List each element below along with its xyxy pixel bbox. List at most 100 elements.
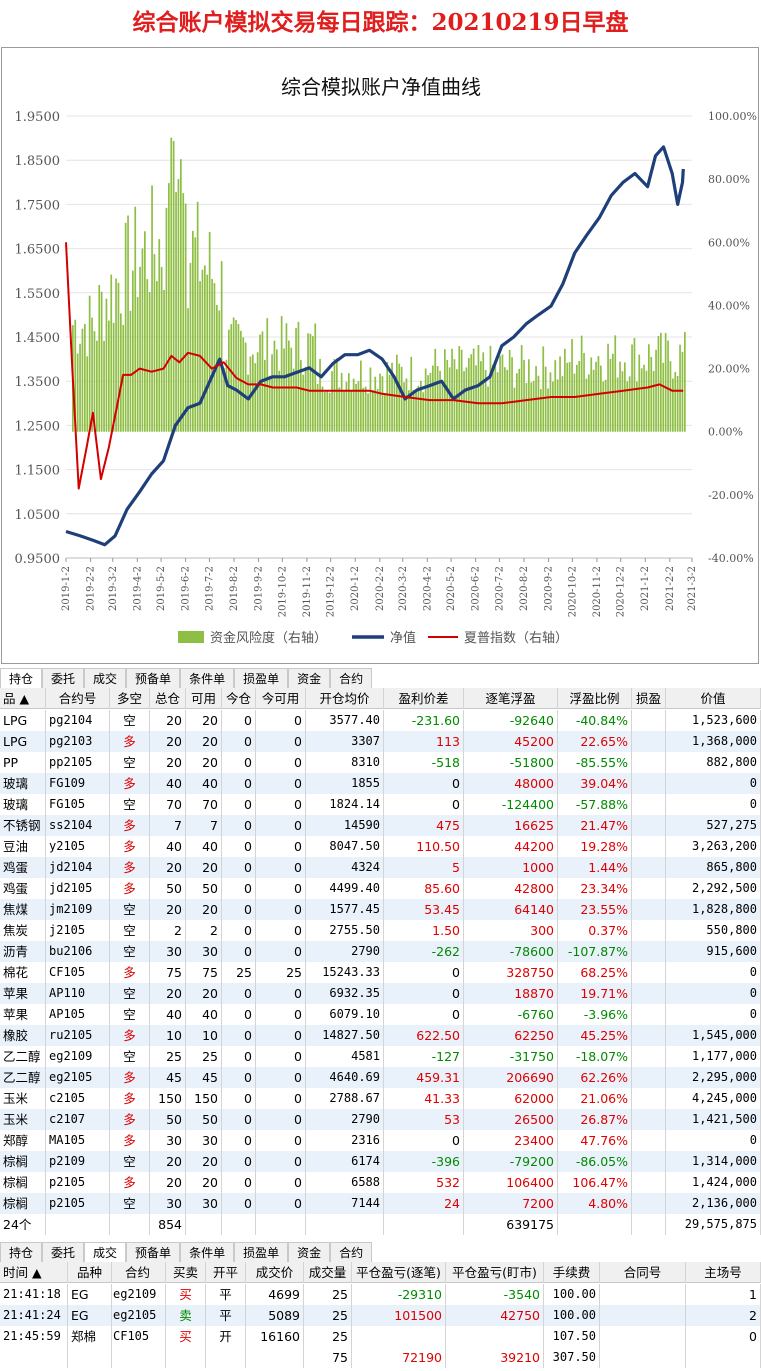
- profit-spread-cell: -231.60: [384, 710, 464, 731]
- contract-cell: jd2105: [46, 878, 110, 899]
- trades-tab-7[interactable]: 合约: [330, 1242, 373, 1262]
- positions-panel: 持仓 委托 成交 预备单 条件单 损盈单 资金 合约 品 ▲ 合约号 多空 总仓 可用 今仓 今可用 开仓均…: [0, 668, 761, 1238]
- positions-tab-0[interactable]: 持仓: [0, 668, 43, 688]
- risk-bar: [417, 385, 420, 432]
- risk-bar: [640, 368, 643, 432]
- x-tick-label: 2021-1-2: [640, 566, 651, 611]
- risk-bar: [480, 361, 482, 432]
- position-row[interactable]: 豆油 y2105 多 40 40 0 0 8047.50 110.50 44200 19.28% 3,…: [0, 836, 761, 857]
- position-row[interactable]: 苹果 AP110 空 20 20 0 0 6932.35 0 18870 19.71% 0: [0, 983, 761, 1004]
- position-row[interactable]: 鸡蛋 jd2104 多 20 20 0 0 4324 5 1000 1.44% 865,800: [0, 857, 761, 878]
- value-cell: 550,800: [666, 920, 761, 941]
- fee-cell: 100.00: [544, 1305, 600, 1326]
- position-row[interactable]: 鸡蛋 jd2105 多 50 50 0 0 4499.40 85.60 42800 23.34% 2,…: [0, 878, 761, 899]
- x-tick-label: 2019-3-2: [108, 566, 119, 611]
- position-row[interactable]: LPG pg2104 空 20 20 0 0 3577.40 -231.60 -92640 -40.…: [0, 710, 761, 731]
- position-row[interactable]: 郑醇 MA105 多 30 30 0 0 2316 0 23400 47.76% 0: [0, 1130, 761, 1151]
- position-row[interactable]: 焦炭 j2105 空 2 2 0 0 2755.50 1.50 300 0.37% 550,800: [0, 920, 761, 941]
- position-row[interactable]: 乙二醇 eg2109 空 25 25 0 0 4581 -127 -31750 -18.07% 1,1…: [0, 1046, 761, 1067]
- total-volume: 75: [304, 1347, 352, 1368]
- stop-cell: [632, 878, 666, 899]
- risk-bar: [309, 333, 312, 432]
- risk-bar: [388, 374, 391, 432]
- position-row[interactable]: LPG pg2103 多 20 20 0 0 3307 113 45200 22.65% 1,368,…: [0, 731, 761, 752]
- risk-bar: [129, 310, 132, 432]
- col-header-close-pnl-mark: 平仓盈亏(盯市): [446, 1262, 544, 1283]
- risk-bar: [184, 203, 187, 432]
- risk-bar: [400, 366, 403, 432]
- positions-tab-3[interactable]: 预备单: [126, 668, 181, 688]
- contract-cell: AP105: [46, 1004, 110, 1025]
- float-pnl-cell: 44200: [464, 836, 558, 857]
- profit-spread-cell: 113: [384, 731, 464, 752]
- position-row[interactable]: 棕榈 p2105 多 20 20 0 0 6588 532 106400 106.47% 1,424,…: [0, 1172, 761, 1193]
- total-time: [0, 1347, 68, 1368]
- float-ratio-cell: -18.07%: [558, 1046, 632, 1067]
- stop-cell: [632, 710, 666, 731]
- y-right-tick: 60.00%: [708, 236, 750, 249]
- position-row[interactable]: 玉米 c2107 多 50 50 0 0 2790 53 26500 26.87% 1,421,500: [0, 1109, 761, 1130]
- risk-bar: [367, 393, 369, 432]
- risk-bar: [669, 361, 672, 432]
- close-pnl-mark-cell: [446, 1326, 544, 1347]
- position-row[interactable]: 玉米 c2105 多 150 150 0 0 2788.67 41.33 62000 21.06% 4…: [0, 1088, 761, 1109]
- risk-bar: [319, 358, 321, 432]
- trades-tab-4[interactable]: 条件单: [180, 1242, 235, 1262]
- today-available-cell: 25: [256, 962, 306, 983]
- trades-tab-6[interactable]: 资金: [288, 1242, 331, 1262]
- trades-tab-5[interactable]: 损盈单: [234, 1242, 289, 1262]
- col-header-open-price: 开仓均价: [306, 688, 384, 709]
- open-price-cell: 4324: [306, 857, 384, 878]
- page-title: 综合账户模拟交易每日跟踪：20210219日早盘: [132, 9, 629, 36]
- position-row[interactable]: 沥青 bu2106 空 30 30 0 0 2790 -262 -78600 -107.87% 915…: [0, 941, 761, 962]
- time-cell: 21:41:24: [0, 1305, 68, 1326]
- risk-bar: [225, 359, 228, 432]
- risk-bar: [376, 388, 379, 432]
- total-cell: 45: [150, 1067, 186, 1088]
- position-row[interactable]: 乙二醇 eg2105 多 45 45 0 0 4640.69 459.31 206690 62.26…: [0, 1067, 761, 1088]
- position-row[interactable]: 焦煤 jm2109 空 20 20 0 0 1577.45 53.45 64140 23.55% 1,…: [0, 899, 761, 920]
- available-cell: 25: [186, 1046, 222, 1067]
- risk-bar: [559, 356, 561, 432]
- today-cell: 0: [222, 1151, 256, 1172]
- total-open-close: [206, 1347, 246, 1368]
- positions-tab-2[interactable]: 成交: [84, 668, 127, 688]
- contract-cell: p2105: [46, 1193, 110, 1214]
- position-row[interactable]: 棕榈 p2109 空 20 20 0 0 6174 -396 -79200 -86.05% 1,314…: [0, 1151, 761, 1172]
- direction-cell: 空: [110, 752, 150, 773]
- trade-row[interactable]: 21:41:24 EG eg2105 卖平 5089 25 101500 42750 100.0…: [0, 1305, 761, 1326]
- trades-tab-2[interactable]: 成交: [84, 1242, 127, 1262]
- position-row[interactable]: 棉花 CF105 多 75 75 25 25 15243.33 0 328750 68.25% 0: [0, 962, 761, 983]
- position-row[interactable]: 苹果 AP105 空 40 40 0 0 6079.10 0 -6760 -3.96% 0: [0, 1004, 761, 1025]
- profit-spread-cell: 475: [384, 815, 464, 836]
- risk-bar: [268, 375, 271, 432]
- stop-cell: [632, 815, 666, 836]
- available-cell: 45: [186, 1067, 222, 1088]
- total-float-pnl: 639175: [464, 1214, 558, 1235]
- float-ratio-cell: 0.37%: [558, 920, 632, 941]
- risk-bar: [362, 387, 365, 432]
- seat-no-cell: 1: [686, 1284, 761, 1305]
- trade-row[interactable]: 21:45:59 郑棉 CF105 买开 16160 25 107.50 0: [0, 1326, 761, 1347]
- positions-tab-7[interactable]: 合约: [330, 668, 373, 688]
- position-row[interactable]: 玻璃 FG109 多 40 40 0 0 1855 0 48000 39.04% 0: [0, 773, 761, 794]
- available-cell: 30: [186, 1193, 222, 1214]
- contract-cell: ru2105: [46, 1025, 110, 1046]
- trades-tab-1[interactable]: 委托: [42, 1242, 85, 1262]
- trades-tab-3[interactable]: 预备单: [126, 1242, 181, 1262]
- positions-tab-4[interactable]: 条件单: [180, 668, 235, 688]
- positions-tab-1[interactable]: 委托: [42, 668, 85, 688]
- position-row[interactable]: 棕榈 p2105 空 30 30 0 0 7144 24 7200 4.80% 2,136,000: [0, 1193, 761, 1214]
- position-row[interactable]: 玻璃 FG105 空 70 70 0 0 1824.14 0 -124400 -57.88% 0: [0, 794, 761, 815]
- open-price-cell: 4499.40: [306, 878, 384, 899]
- trades-tab-0[interactable]: 持仓: [0, 1242, 43, 1262]
- positions-tab-6[interactable]: 资金: [288, 668, 331, 688]
- position-row[interactable]: 橡胶 ru2105 多 10 10 0 0 14827.50 622.50 62250 45.25%…: [0, 1025, 761, 1046]
- trade-row[interactable]: 21:41:18 EG eg2109 买平 4699 25 -29310 -3540 100.0…: [0, 1284, 761, 1305]
- position-row[interactable]: 不锈钢 ss2104 多 7 7 0 0 14590 475 16625 21.47% 527,275: [0, 815, 761, 836]
- stop-cell: [632, 1151, 666, 1172]
- position-row[interactable]: PP pp2105 空 20 20 0 0 8310 -518 -51800 -85.55% 882,…: [0, 752, 761, 773]
- risk-bar: [508, 349, 511, 432]
- positions-tab-5[interactable]: 损盈单: [234, 668, 289, 688]
- risk-bar: [228, 329, 230, 432]
